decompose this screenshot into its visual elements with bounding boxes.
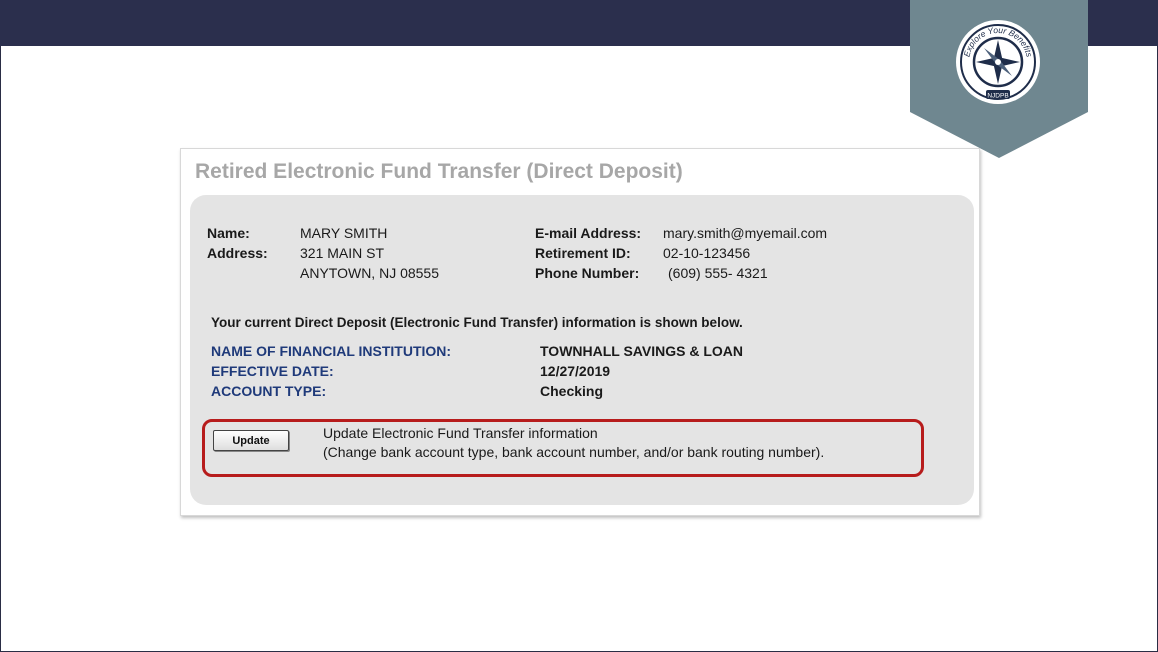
address-line1: 321 MAIN ST <box>300 245 385 261</box>
page-title: Retired Electronic Fund Transfer (Direct… <box>195 160 683 183</box>
update-action-box: Update Update Electronic Fund Transfer i… <box>202 419 924 477</box>
logo: Explore Your Benefits NJDPB <box>956 20 1040 104</box>
name-label: Name: <box>207 225 250 241</box>
eft-panel: Name: MARY SMITH Address: 321 MAIN ST AN… <box>190 195 974 505</box>
account-type-label: ACCOUNT TYPE: <box>211 383 327 399</box>
address-label: Address: <box>207 245 268 261</box>
phone-label: Phone Number: <box>535 265 640 281</box>
email-label: E-mail Address: <box>535 225 642 241</box>
update-description-line1: Update Electronic Fund Transfer informat… <box>323 425 598 441</box>
institution-label: NAME OF FINANCIAL INSTITUTION: <box>211 343 452 359</box>
retirement-id-value: 02-10-123456 <box>663 245 751 261</box>
institution-value: TOWNHALL SAVINGS & LOAN <box>540 343 743 359</box>
retirement-id-label: Retirement ID: <box>535 245 631 261</box>
deposit-note: Your current Direct Deposit (Electronic … <box>211 315 743 330</box>
email-value: mary.smith@myemail.com <box>663 225 828 241</box>
effective-date-label: EFFECTIVE DATE: <box>211 363 334 379</box>
name-value: MARY SMITH <box>300 225 388 241</box>
benefits-badge: Explore Your Benefits NJDPB <box>910 0 1088 158</box>
update-button[interactable]: Update <box>213 430 289 451</box>
phone-value: (609) 555- 4321 <box>668 265 768 281</box>
address-line2: ANYTOWN, NJ 08555 <box>300 265 440 281</box>
update-description: Update Electronic Fund Transfer informat… <box>323 424 824 462</box>
logo-subtext: NJDPB <box>987 93 1008 100</box>
account-type-value: Checking <box>540 383 604 399</box>
update-description-line2: (Change bank account type, bank account … <box>323 444 825 460</box>
eft-card: Retired Electronic Fund Transfer (Direct… <box>180 148 980 516</box>
effective-date-value: 12/27/2019 <box>540 363 611 379</box>
